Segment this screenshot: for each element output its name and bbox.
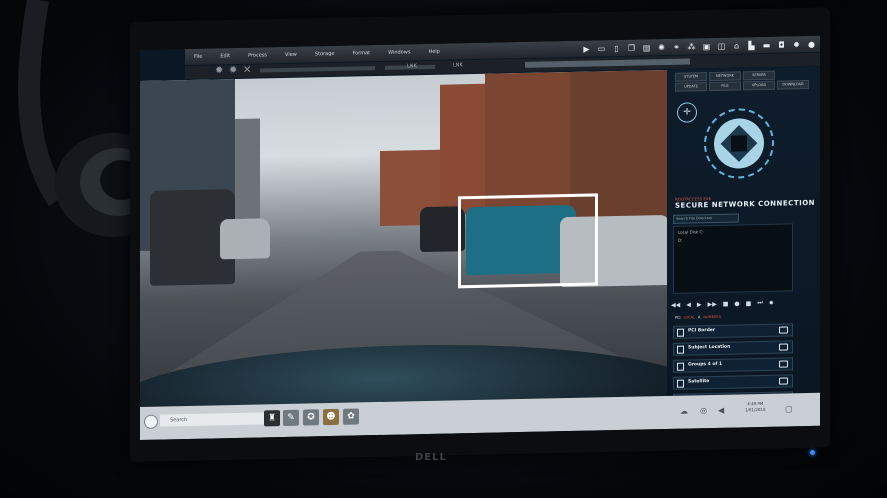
image-icon[interactable]: ▣	[702, 42, 711, 51]
network-icon[interactable]: ☁	[680, 406, 690, 416]
forward-icon[interactable]: ▶▶	[707, 300, 716, 307]
gear-icon[interactable]: ✹	[229, 65, 237, 76]
taskbar-search[interactable]: Search	[160, 412, 270, 427]
panel-button[interactable]: NETWORK	[709, 71, 741, 82]
settings-icon[interactable]: ✹	[769, 299, 774, 306]
menu-help[interactable]: Help	[428, 49, 439, 55]
app-icon[interactable]: ✪	[303, 409, 319, 426]
tablet-icon[interactable]: ▯	[612, 43, 621, 52]
stop-icon[interactable]: ■	[746, 300, 752, 307]
folder-icon[interactable]: ▤	[642, 43, 651, 52]
close-icon[interactable]: ✕	[243, 65, 251, 76]
slider-track[interactable]	[260, 66, 375, 73]
file-icon	[677, 362, 684, 371]
chart-icon[interactable]: ▙	[747, 41, 756, 50]
record-icon[interactable]: ●	[734, 300, 739, 307]
menu-file[interactable]: File	[194, 54, 202, 60]
start-button[interactable]	[144, 414, 158, 429]
menu-process[interactable]: Process	[248, 52, 267, 58]
window-icon[interactable]	[779, 377, 788, 385]
compass-face	[714, 117, 764, 169]
list-item-label: Groups 4 of 1	[688, 361, 723, 368]
panel-button[interactable]: UPLOAD	[743, 80, 775, 91]
compass-dial[interactable]	[704, 107, 774, 180]
globe-icon[interactable]: ◎	[700, 406, 710, 416]
signal-icon[interactable]: ⁂	[687, 42, 696, 51]
monitor-screen: File Edit Process View Storage Format Wi…	[140, 35, 820, 440]
list-item-label: Subject Location	[688, 344, 731, 351]
app-icon[interactable]: ☻	[323, 408, 339, 426]
home-icon[interactable]: ⌂	[732, 41, 741, 50]
parked-car	[220, 218, 270, 260]
list-item[interactable]: Subject Location	[673, 340, 793, 356]
lnk-label: LNK	[453, 62, 463, 69]
window-icon[interactable]: ❐	[627, 43, 636, 52]
lnk-label: LNK	[407, 63, 417, 70]
window-icon[interactable]	[779, 326, 788, 334]
panel-button[interactable]: SERVER	[743, 70, 775, 81]
tree-item[interactable]: D:	[678, 235, 792, 243]
target-box	[458, 193, 598, 289]
filter-row: PCI LOCAL A NUMBERS	[675, 313, 721, 322]
file-tree: Local Disk C: D:	[673, 223, 793, 294]
play-icon[interactable]: ▶	[697, 301, 702, 308]
tree-item[interactable]: Local Disk C:	[678, 227, 792, 235]
filter-chip[interactable]: PCI	[675, 316, 681, 320]
file-search-input[interactable]: Search File Directory	[673, 213, 739, 224]
window-icon[interactable]	[779, 343, 788, 351]
dashcam-video	[140, 69, 667, 436]
menu-edit[interactable]: Edit	[220, 53, 230, 59]
stop-icon[interactable]: ■	[723, 300, 729, 307]
skip-icon[interactable]: ⏭	[757, 299, 762, 307]
gear-icon[interactable]: ✹	[792, 40, 801, 49]
menu-storage[interactable]: Storage	[315, 51, 335, 57]
panel-button[interactable]: SYSTEM	[675, 72, 707, 82]
desktop-icon[interactable]: ▭	[597, 44, 606, 53]
filter-chip[interactable]: LOCAL	[684, 315, 695, 319]
layers-icon[interactable]: ◫	[717, 41, 726, 50]
monitor-icon[interactable]: ▬	[762, 40, 771, 49]
crosshair-icon[interactable]: ✛	[677, 102, 697, 123]
user-icon[interactable]: ●	[807, 39, 816, 48]
panel-button[interactable]: FILE	[709, 81, 741, 92]
pointer-icon[interactable]: ▶	[582, 44, 591, 53]
menu-view[interactable]: View	[285, 52, 297, 58]
side-panel: SYSTEM NETWORK SERVER UPDATE FILE UPLOAD…	[667, 66, 820, 429]
taskbar-clock[interactable]: 4:49 PM 1/01/2015	[745, 401, 766, 413]
monitor-brand: DELL	[415, 452, 447, 463]
speaker-icon[interactable]: ◀	[718, 406, 728, 416]
snc-title: SECURE NETWORK CONNECTION	[675, 198, 816, 210]
list-item[interactable]: Groups 4 of 1	[673, 357, 793, 373]
clock-date: 1/01/2015	[745, 406, 766, 413]
network-icon[interactable]: ⚭	[672, 42, 681, 51]
panel-button[interactable]: UPDATE	[675, 82, 707, 92]
compass-center	[731, 135, 747, 152]
globe-icon[interactable]: ✺	[657, 42, 666, 52]
notification-icon[interactable]: ▢	[785, 404, 795, 414]
file-icon	[677, 379, 684, 388]
progress-bar	[525, 58, 690, 68]
building	[235, 118, 260, 220]
transport-controls: ◀◀ ◀ ▶ ▶▶ ■ ● ■ ⏭ ✹	[671, 297, 811, 310]
power-led	[810, 450, 815, 455]
rewind-icon[interactable]: ◀◀	[671, 301, 680, 308]
app-icon[interactable]: ✎	[283, 409, 299, 427]
filter-chip[interactable]: A	[698, 315, 700, 319]
panel-button[interactable]: DOWNLOAD	[777, 79, 809, 90]
app-icon[interactable]: ✿	[343, 408, 359, 425]
list-item-label: PCI Border	[688, 327, 716, 334]
filter-chip[interactable]: NUMBERS	[703, 315, 720, 319]
file-icon	[677, 328, 684, 337]
list-item-label: Satellite	[688, 379, 710, 385]
back-icon[interactable]: ◀	[686, 301, 691, 308]
file-icon	[677, 345, 684, 354]
menu-windows[interactable]: Windows	[388, 49, 410, 55]
camera-icon[interactable]: ◘	[777, 40, 786, 49]
app-icon[interactable]: ♜	[264, 410, 280, 427]
list-item[interactable]: Satellite	[673, 374, 793, 390]
window-icon[interactable]	[779, 360, 788, 368]
gear-icon[interactable]: ✹	[215, 65, 223, 76]
list-item[interactable]: PCI Border	[673, 323, 793, 339]
menu-format[interactable]: Format	[352, 50, 370, 56]
